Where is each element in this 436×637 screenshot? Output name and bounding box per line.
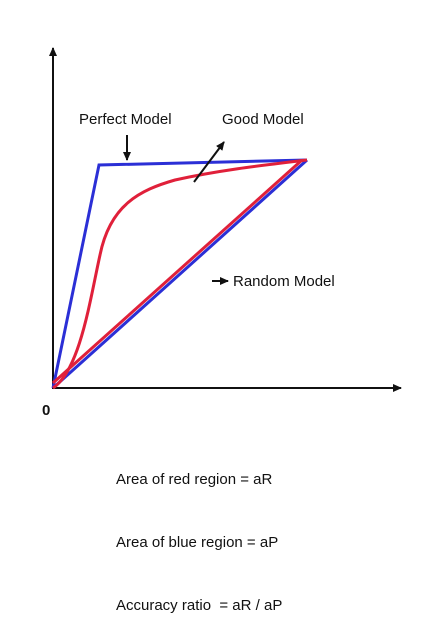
caption: Area of red region = aR Area of blue reg… xyxy=(116,427,282,637)
origin-label: 0 xyxy=(42,402,50,419)
perfect-model-label: Perfect Model xyxy=(79,111,172,128)
good-model-label: Good Model xyxy=(222,111,304,128)
red-diagonal-line xyxy=(51,158,304,385)
random-model-label: Random Model xyxy=(233,273,335,290)
caption-line-blue-area: Area of blue region = aP xyxy=(116,534,279,551)
caption-line-accuracy-ratio: Accuracy ratio = aR / aP xyxy=(116,597,283,614)
caption-line-red-area: Area of red region = aR xyxy=(116,471,273,488)
